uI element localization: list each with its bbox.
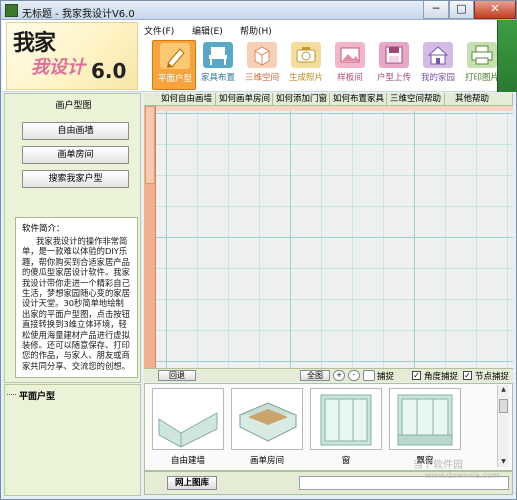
room-thumbnail [238, 402, 298, 442]
tab-3d-help[interactable]: 三维空间帮助 [387, 93, 445, 105]
tab-doors-windows[interactable]: 如何添加门窗 [273, 93, 330, 105]
image-icon [335, 42, 365, 68]
undo-button[interactable]: 回退 [158, 370, 196, 381]
help-tabs: 如何自由画墙 如何画单房间 如何添加门窗 如何布置家具 三维空间帮助 其他帮助 [144, 93, 513, 106]
tool-3d[interactable]: 三维空间 [240, 40, 284, 90]
zoom-out-icon[interactable]: - [348, 370, 360, 381]
tab-furniture[interactable]: 如何布置家具 [330, 93, 387, 105]
box-icon [247, 42, 277, 68]
snap-label: 捕捉 [377, 372, 395, 382]
bay-window-thumbnail [397, 394, 453, 446]
tool-showroom[interactable]: 样板间 [328, 40, 372, 90]
intro-heading: 软件简介： [22, 224, 65, 234]
title-bar[interactable]: 无标题 - 我家我设计V6.0 ─ □ ✕ [1, 1, 516, 20]
scroll-down-icon[interactable]: ▼ [498, 457, 509, 467]
angle-snap-label: 角度捕捉 [424, 372, 459, 382]
library-item-caption: 自由建墙 [170, 456, 205, 466]
tool-upload[interactable]: 户型上传 [372, 40, 416, 90]
side-banner [497, 20, 517, 92]
vertical-scrollbar[interactable] [144, 106, 156, 368]
tool-furniture-label: 家具布置 [200, 73, 235, 83]
intro-body: 我家我设计的操作非常简单，是一款难以体验的DIY乐趣，帮你购买到合适家居产品的傻… [22, 236, 130, 371]
node-snap-checkbox[interactable]: ✓ [463, 371, 472, 380]
watermark-text: 当下软件园 [413, 460, 463, 471]
wall-thumbnail [158, 412, 218, 448]
watermark-url: www.downxia.com [425, 471, 500, 480]
tab-single-room[interactable]: 如何画单房间 [216, 93, 273, 105]
close-button[interactable]: ✕ [474, 1, 516, 19]
printer-icon [467, 42, 497, 68]
maximize-button[interactable]: □ [449, 1, 474, 19]
tool-upload-label: 户型上传 [376, 73, 411, 83]
library-scroll-thumb[interactable] [499, 399, 508, 413]
chair-icon [203, 42, 233, 68]
disk-icon [379, 42, 409, 68]
tab-free-wall[interactable]: 如何自由画墙 [158, 93, 216, 105]
tool-photo-label: 生成照片 [288, 73, 323, 83]
zoom-in-icon[interactable]: + [333, 370, 345, 381]
menu-help[interactable]: 帮助(H) [240, 24, 272, 37]
library-item-bay-window[interactable]: 飘窗 [389, 388, 461, 466]
library-item-free-wall[interactable]: 自由建墙 [152, 388, 224, 466]
drawing-canvas[interactable] [156, 111, 513, 368]
header: 我家 我设计 6.0 文件(F) 编辑(E) 帮助(H) 平面户型 家具布置 三… [2, 20, 517, 92]
logo-version: 6.0 [91, 59, 127, 83]
single-room-button[interactable]: 画单房间 [22, 146, 129, 164]
left-panel-title: 画户型图 [55, 101, 92, 111]
fit-all-button[interactable]: 全图 [300, 370, 330, 381]
search-floorplan-button[interactable]: 搜索我家户型 [22, 170, 129, 188]
free-wall-button[interactable]: 自由画墙 [22, 122, 129, 140]
logo-line2: 我设计 [31, 57, 85, 78]
canvas-toolbar: 回退 全图 + - 捕捉 ✓ 角度捕捉 ✓ 节点捕捉 [144, 368, 513, 382]
minimize-button[interactable]: ─ [423, 1, 449, 19]
app-logo: 我家 我设计 6.0 [6, 22, 138, 90]
library-item-caption: 画单房间 [249, 456, 284, 466]
pencil-icon [160, 43, 190, 69]
library-item-window[interactable]: 窗 [310, 388, 382, 466]
app-icon [5, 4, 18, 17]
tool-home[interactable]: 我的家园 [416, 40, 460, 90]
menu-edit[interactable]: 编辑(E) [192, 24, 223, 37]
scroll-up-icon[interactable]: ▲ [498, 385, 509, 395]
left-panel: 画户型图 自由画墙 画单房间 搜索我家户型 软件简介： 我家我设计的操作非常简单… [4, 93, 141, 383]
library-scrollbar[interactable]: ▲ ▼ [497, 385, 509, 467]
tab-other-help[interactable]: 其他帮助 [445, 93, 513, 105]
software-intro: 软件简介： 我家我设计的操作非常简单，是一款难以体验的DIY乐趣，帮你购买到合适… [15, 217, 138, 378]
tree-item-floorplan[interactable]: 平面户型 [6, 389, 55, 402]
online-gallery-button[interactable]: 网上图库 [167, 476, 217, 490]
tool-3d-label: 三维空间 [244, 73, 279, 83]
library-item-single-room[interactable]: 画单房间 [231, 388, 303, 466]
app-window: 无标题 - 我家我设计V6.0 ─ □ ✕ 我家 我设计 6.0 文件(F) 编… [0, 0, 517, 500]
tool-photo[interactable]: 生成照片 [284, 40, 328, 90]
tool-furniture[interactable]: 家具布置 [196, 40, 240, 90]
node-snap-label: 节点捕捉 [475, 372, 510, 382]
tool-floorplan[interactable]: 平面户型 [152, 40, 196, 90]
vertical-scroll-thumb[interactable] [145, 106, 155, 184]
house-icon [423, 42, 453, 68]
window-title: 无标题 - 我家我设计V6.0 [22, 9, 135, 20]
camera-icon [291, 42, 321, 68]
hand-icon[interactable] [363, 370, 375, 381]
library-item-caption: 窗 [341, 456, 351, 466]
angle-snap-checkbox[interactable]: ✓ [412, 371, 421, 380]
menu-file[interactable]: 文件(F) [144, 24, 174, 37]
tool-home-label: 我的家园 [420, 73, 455, 83]
tool-showroom-label: 样板间 [337, 73, 363, 83]
tree-panel: 平面户型 [4, 384, 141, 496]
window-thumbnail [320, 394, 372, 446]
